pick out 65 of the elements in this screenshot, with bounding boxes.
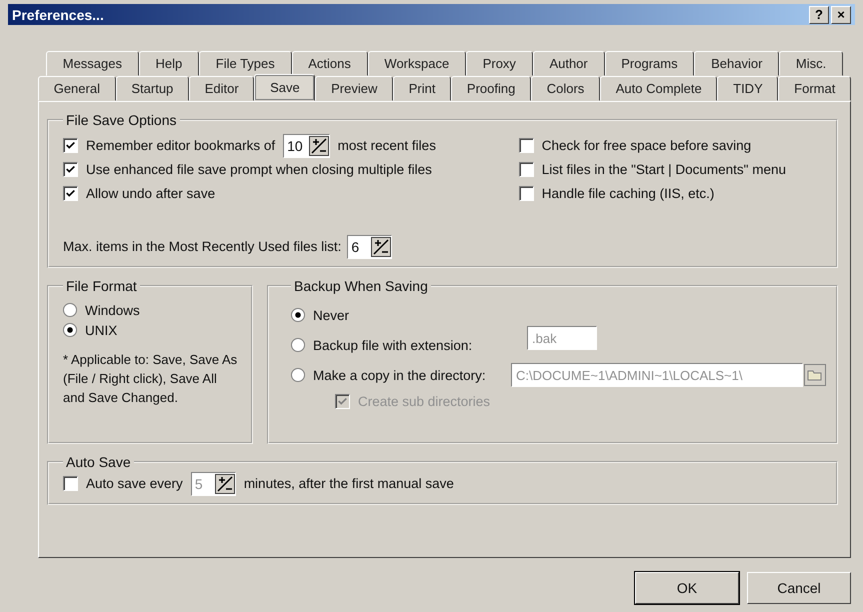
option-suffix: most recent files <box>338 138 436 153</box>
tab[interactable]: Messages <box>46 51 139 76</box>
tab[interactable]: TIDY <box>717 76 778 101</box>
option-label: List files in the "Start | Documents" menu <box>542 162 786 177</box>
option-label: Auto save every <box>86 476 183 491</box>
folder-icon[interactable] <box>804 364 826 386</box>
option-label: Check for free space before saving <box>542 138 752 153</box>
window-title: Preferences... <box>12 6 104 22</box>
close-button[interactable]: × <box>831 6 851 24</box>
option-label: Windows <box>85 302 140 318</box>
checkmark-icon <box>337 396 348 407</box>
checkbox[interactable] <box>518 162 534 177</box>
option-label: Backup file with extension: <box>313 338 474 352</box>
checkbox[interactable] <box>63 162 78 177</box>
help-button[interactable]: ? <box>809 6 829 24</box>
tab[interactable]: Startup <box>116 76 189 101</box>
tab[interactable]: Proxy <box>466 51 533 76</box>
tab[interactable]: Editor <box>188 76 254 101</box>
radio-button[interactable] <box>63 323 77 337</box>
tab[interactable]: Format <box>778 76 852 101</box>
group-title: Auto Save <box>65 454 132 470</box>
option-suffix: minutes, after the first manual save <box>244 476 454 491</box>
checkmark-icon <box>65 188 76 199</box>
group-title: File Save Options <box>65 112 178 128</box>
option-label: UNIX <box>85 322 118 338</box>
checkbox[interactable] <box>518 138 534 153</box>
tab[interactable]: Misc. <box>779 51 844 76</box>
group-title: File Format <box>65 278 138 294</box>
option-label: Use enhanced file save prompt when closing multiple files <box>86 162 432 177</box>
checkbox[interactable] <box>518 186 534 201</box>
tab[interactable]: General <box>38 76 116 101</box>
ok-button[interactable]: OK <box>635 572 739 604</box>
option-label: Make a copy in the directory: <box>313 368 487 382</box>
tab[interactable]: Workspace <box>368 51 466 76</box>
option-label: Allow undo after save <box>86 186 216 201</box>
tab[interactable]: Actions <box>292 51 368 76</box>
option-label: Never <box>313 308 350 322</box>
cancel-button[interactable]: Cancel <box>747 572 851 604</box>
option-label: Create sub directories <box>358 394 490 409</box>
number-field[interactable]: 10 <box>283 134 330 158</box>
tab[interactable]: Save <box>254 74 316 101</box>
group-title: Backup When Saving <box>293 278 429 294</box>
checkbox[interactable] <box>63 186 78 201</box>
checkbox[interactable] <box>63 138 78 153</box>
tab[interactable]: Auto Complete <box>600 76 718 101</box>
checkmark-icon <box>65 164 76 175</box>
number-field[interactable]: 6 <box>347 234 392 258</box>
tab[interactable]: Programs <box>604 51 694 76</box>
tab[interactable]: File Types <box>199 51 292 76</box>
tab[interactable]: Author <box>532 51 604 76</box>
tab[interactable]: Colors <box>531 76 600 101</box>
tab[interactable]: Preview <box>315 76 394 101</box>
radio-button[interactable] <box>291 308 305 322</box>
tab[interactable]: Behavior <box>694 51 780 76</box>
field-label: Max. items in the Most Recently Used files list: <box>63 239 342 254</box>
checkmark-icon <box>65 140 76 151</box>
option-label: Handle file caching (IIS, etc.) <box>542 186 714 201</box>
note-text: * Applicable to: Save, Save As (File / Right click), Save All and Save Changed. <box>63 351 238 407</box>
tab[interactable]: Print <box>393 76 452 101</box>
radio-button[interactable] <box>63 303 77 317</box>
spin-icon[interactable] <box>308 136 329 156</box>
spin-icon[interactable] <box>371 236 392 256</box>
tab[interactable]: Proofing <box>451 76 532 101</box>
tab[interactable]: Help <box>138 51 199 76</box>
option-label: Remember editor bookmarks of <box>86 138 276 153</box>
